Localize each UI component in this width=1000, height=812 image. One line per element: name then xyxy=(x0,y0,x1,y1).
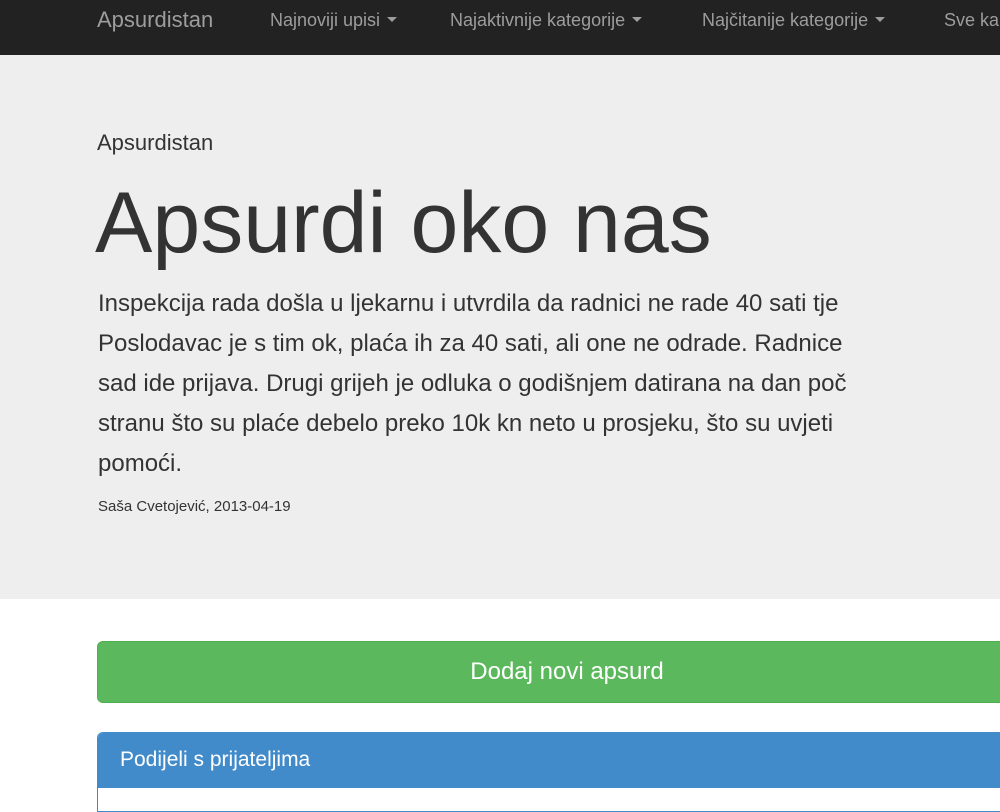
post-text-line: Inspekcija rada došla u ljekarnu i utvrd… xyxy=(98,290,839,317)
nav-item-najcitanije-kategorije[interactable]: Najčitanije kategorije xyxy=(702,0,886,40)
post-text-line: sad ide prijava. Drugi grijeh je odluka … xyxy=(98,370,847,397)
post-text-line: stranu što su plaće debelo preko 10k kn … xyxy=(98,410,834,437)
chevron-down-icon xyxy=(632,16,643,22)
share-panel: Podijeli s prijateljima xyxy=(97,732,1000,812)
add-new-absurd-button[interactable]: Dodaj novi apsurd xyxy=(97,641,1000,703)
nav-item-najnoviji-upisi[interactable]: Najnoviji upisi xyxy=(270,0,398,40)
post-text-line: Poslodavac je s tim ok, plaća ih za 40 s… xyxy=(98,330,843,357)
nav-item-label: Najaktivnije kategorije xyxy=(450,10,626,30)
nav-item-label: Najnoviji upisi xyxy=(270,10,381,30)
share-panel-heading: Podijeli s prijateljima xyxy=(98,733,1000,788)
navbar-brand[interactable]: Apsurdistan xyxy=(97,0,213,40)
post-text: Inspekcija rada došla u ljekarnu i utvrd… xyxy=(98,284,846,484)
nav-item-najaktivnije-kategorije[interactable]: Najaktivnije kategorije xyxy=(450,0,643,40)
site-name: Apsurdistan xyxy=(97,130,214,155)
chevron-down-icon xyxy=(387,16,398,22)
nav-item-label: Sve ka xyxy=(944,10,1000,30)
chevron-down-icon xyxy=(875,16,886,22)
jumbotron: Apsurdistan Apsurdi oko nas Inspekcija r… xyxy=(0,55,1000,599)
nav-item-label: Najčitanije kategorije xyxy=(702,10,869,30)
nav-item-sve-kategorije[interactable]: Sve ka xyxy=(944,0,999,40)
top-navbar: Apsurdistan Najnoviji upisi Najaktivnije… xyxy=(0,0,1000,55)
post-text-line: pomoći. xyxy=(98,450,183,477)
post-byline: Saša Cvetojević, 2013-04-19 xyxy=(98,498,291,515)
page-title: Apsurdi oko nas xyxy=(95,175,712,271)
